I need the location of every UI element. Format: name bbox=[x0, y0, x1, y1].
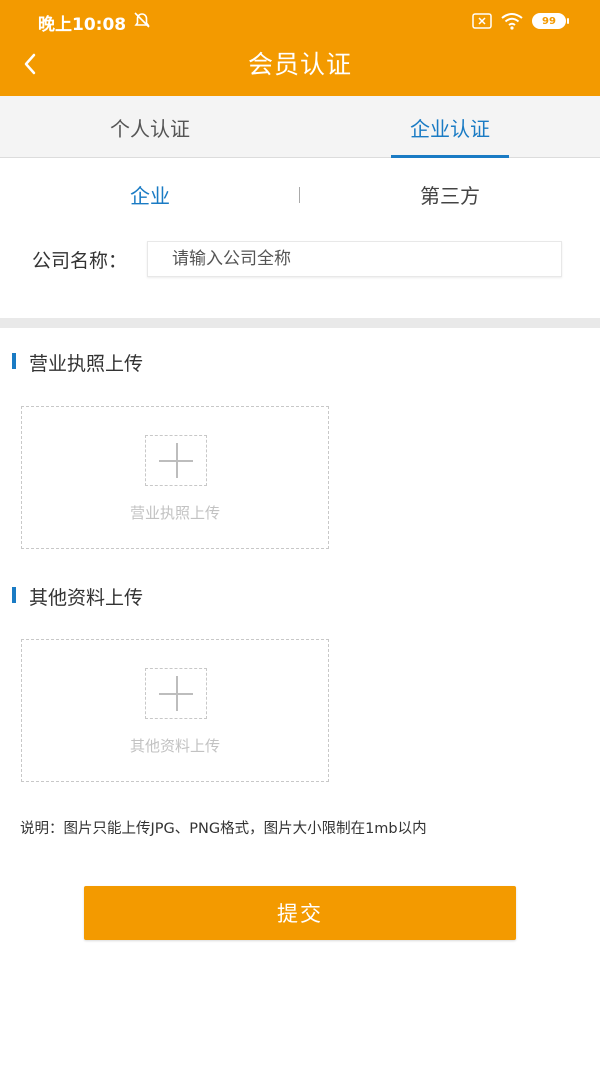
upload-note: 说明：图片只能上传JPG、PNG格式，图片大小限制在1mb以内 bbox=[20, 821, 427, 837]
license-section-title: 营业执照上传 bbox=[29, 353, 144, 375]
company-name-label: 公司名称： bbox=[32, 250, 128, 272]
subtab-company[interactable]: 企业 bbox=[0, 158, 300, 230]
section-marker bbox=[12, 587, 16, 603]
section-separator bbox=[0, 318, 600, 328]
section-marker bbox=[12, 353, 16, 369]
enterprise-subtabs: 企业 第三方 bbox=[0, 158, 600, 230]
status-time: 晚上10:08 bbox=[38, 15, 127, 35]
battery-level: 99 bbox=[542, 15, 556, 27]
tab-enterprise-auth[interactable]: 企业认证 bbox=[300, 96, 600, 158]
status-bar: 晚上10:08 99 bbox=[0, 0, 600, 40]
subtab-third-party[interactable]: 第三方 bbox=[300, 158, 600, 230]
other-upload-label: 其他资料上传 bbox=[129, 737, 220, 755]
page-title: 会员认证 bbox=[247, 50, 352, 79]
plus-icon bbox=[145, 668, 207, 719]
submit-button[interactable]: 提交 bbox=[84, 886, 516, 940]
mute-icon bbox=[134, 12, 150, 28]
other-section-title: 其他资料上传 bbox=[29, 587, 144, 609]
license-upload-box[interactable]: 营业执照上传 bbox=[21, 406, 329, 549]
license-section-header: 营业执照上传 bbox=[0, 348, 600, 375]
battery-icon: 99 bbox=[532, 13, 569, 29]
license-upload-label: 营业执照上传 bbox=[129, 504, 220, 522]
other-upload-box[interactable]: 其他资料上传 bbox=[21, 639, 329, 782]
app-header: 晚上10:08 99 会员认证 bbox=[0, 0, 600, 96]
plus-icon bbox=[145, 435, 207, 486]
company-name-input[interactable] bbox=[147, 241, 562, 277]
company-name-row: 公司名称： bbox=[0, 240, 600, 280]
wifi-icon bbox=[501, 13, 523, 30]
status-right-icons: 99 bbox=[472, 11, 569, 31]
other-section-header: 其他资料上传 bbox=[0, 582, 600, 609]
auth-type-tabs: 个人认证 企业认证 bbox=[0, 96, 600, 158]
tab-personal-auth[interactable]: 个人认证 bbox=[0, 96, 300, 158]
sim-icon bbox=[472, 13, 492, 29]
